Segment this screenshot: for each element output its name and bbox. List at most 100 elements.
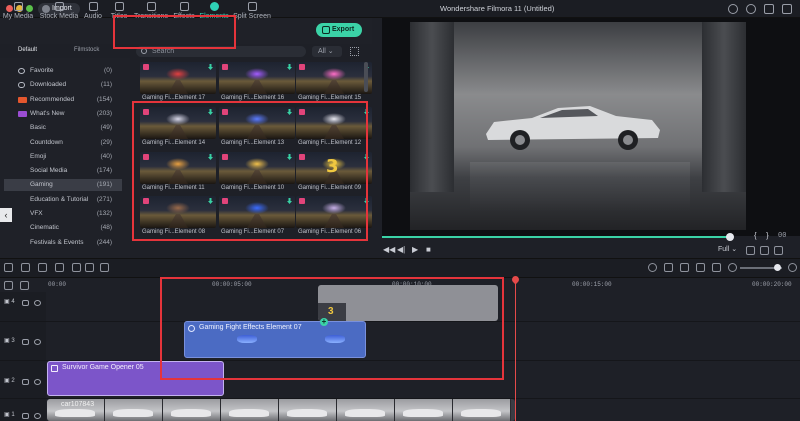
search-placeholder: Search (152, 48, 175, 55)
fullscreen-icon[interactable] (774, 246, 783, 255)
quality-dropdown[interactable]: Full ⌄ (718, 245, 737, 253)
road-shape (168, 80, 188, 94)
sidebar-item-festivals-events[interactable]: Festivals & Events (244) (4, 237, 122, 249)
render-icon[interactable] (648, 263, 657, 272)
default-tab[interactable]: Default (18, 47, 37, 53)
element-thumbnail[interactable]: Gaming Fi...Element 17 (140, 62, 216, 102)
snapshot-icon[interactable] (746, 246, 755, 255)
microphone-icon[interactable] (680, 263, 689, 272)
zoom-in-icon[interactable] (788, 263, 797, 272)
sidebar-item-countdown[interactable]: Countdown (29) (4, 137, 122, 149)
filmstock-tab[interactable]: Filmstock (74, 47, 99, 53)
step-back-icon[interactable]: ◀| (397, 245, 405, 254)
export-label: Export (332, 26, 355, 33)
category-label: Cinematic (30, 224, 59, 232)
volume-icon[interactable] (760, 246, 769, 255)
zoom-slider[interactable] (740, 264, 782, 271)
media-scrollbar[interactable] (364, 62, 368, 92)
app-title: Wondershare Filmora 11 (Untitled) (440, 4, 555, 13)
sidebar-item-education-tutorial[interactable]: Education & Tutorial (271) (4, 194, 122, 206)
playhead[interactable] (515, 278, 516, 421)
download-icon[interactable] (287, 64, 292, 70)
export-icon (322, 26, 330, 34)
add-track-icon[interactable] (4, 281, 13, 290)
tab-split-screen[interactable]: Split Screen (232, 2, 272, 24)
save-icon[interactable] (764, 4, 774, 14)
sidebar-item-vfx[interactable]: VFX (132) (4, 208, 122, 220)
tab-my-media[interactable]: My Media (2, 2, 34, 24)
garage-pillar (702, 22, 746, 192)
sidebar-item-recommended[interactable]: Recommended (154) (4, 94, 122, 106)
element-thumbnail[interactable]: Gaming Fi...Element 15 (296, 62, 372, 102)
speed-icon[interactable] (85, 263, 94, 272)
category-label: Recommended (30, 95, 75, 103)
sidebar-item-cinematic[interactable]: Cinematic (48) (4, 222, 122, 234)
filter-dropdown[interactable]: All ⌄ (312, 46, 342, 57)
mark-in-icon[interactable]: { (754, 231, 757, 240)
cloud-icon[interactable] (782, 4, 792, 14)
export-button[interactable]: Export (316, 23, 362, 37)
category-count: (271) (96, 195, 112, 203)
download-icon[interactable] (208, 64, 213, 70)
adjust-icon[interactable] (100, 263, 109, 272)
zoom-out-icon[interactable] (728, 263, 737, 272)
sidebar-item-basic[interactable]: Basic (49) (4, 122, 122, 134)
sidebar-item-downloaded[interactable]: Downloaded (11) (4, 79, 122, 91)
eye-icon[interactable] (34, 413, 41, 419)
annotation-box-tabs (113, 15, 236, 49)
title-clip-name: Survivor Game Opener 05 (62, 364, 144, 371)
category-count: (132) (96, 210, 112, 217)
mark-out-icon[interactable]: } (766, 231, 769, 240)
tab-label: Split Screen (233, 13, 271, 20)
eye-icon[interactable] (34, 379, 41, 385)
preview-progress-bar[interactable] (382, 233, 735, 241)
play-icon[interactable]: ▶ (412, 245, 418, 254)
lock-icon[interactable] (22, 413, 29, 419)
zoom-knob[interactable] (774, 264, 781, 271)
redo-icon[interactable] (21, 263, 30, 272)
video-frame (395, 399, 453, 421)
account-icon[interactable] (728, 4, 738, 14)
rewind-icon[interactable]: ◀◀ (383, 245, 395, 254)
progress-knob[interactable] (726, 233, 735, 241)
video-frame (337, 399, 395, 421)
garage-pillar (410, 22, 454, 192)
element-glow (245, 68, 269, 80)
video-clip[interactable]: car107843 (47, 399, 515, 421)
tab-audio[interactable]: Audio (82, 2, 104, 24)
tab-stock-media[interactable]: Stock Media (36, 2, 82, 24)
sidebar-item-emoji[interactable]: Emoji (40) (4, 151, 122, 163)
lock-icon[interactable] (22, 379, 29, 385)
cut-icon[interactable] (55, 263, 64, 272)
link-icon[interactable] (20, 281, 29, 290)
sidebar-item-what-s-new[interactable]: What's New (203) (4, 108, 122, 120)
sparkle-icon (179, 2, 189, 11)
voiceover-icon[interactable] (696, 263, 705, 272)
category-label: VFX (30, 210, 43, 217)
sidebar-item-gaming[interactable]: Gaming (191) (4, 179, 122, 192)
grid-view-icon[interactable] (350, 47, 359, 56)
car-image (486, 106, 660, 150)
snap-icon[interactable] (712, 263, 721, 272)
marker-icon[interactable] (664, 263, 673, 272)
sidebar-item-favorite[interactable]: Favorite (0) (4, 65, 122, 77)
undo-icon[interactable] (4, 263, 13, 272)
collapse-sidebar-button[interactable]: ‹ (0, 208, 12, 222)
stop-icon[interactable]: ■ (426, 245, 431, 254)
lock-icon[interactable] (22, 339, 29, 345)
sidebar-item-social-media[interactable]: Social Media (174) (4, 165, 122, 177)
transition-icon (146, 2, 156, 11)
folder-icon (13, 2, 23, 11)
delete-icon[interactable] (38, 263, 47, 272)
eye-icon[interactable] (34, 339, 41, 345)
heart-icon (18, 68, 25, 74)
notification-icon[interactable] (746, 4, 756, 14)
element-thumbnail[interactable]: Gaming Fi...Element 16 (219, 62, 295, 102)
track-number: 2 (11, 378, 15, 384)
crop-icon[interactable] (72, 263, 81, 272)
lock-icon[interactable] (22, 300, 29, 306)
eye-icon[interactable] (34, 300, 41, 306)
category-count: (49) (100, 124, 112, 132)
video-frame (163, 399, 221, 421)
ruler-label: 00:00:20:00 (752, 281, 792, 288)
